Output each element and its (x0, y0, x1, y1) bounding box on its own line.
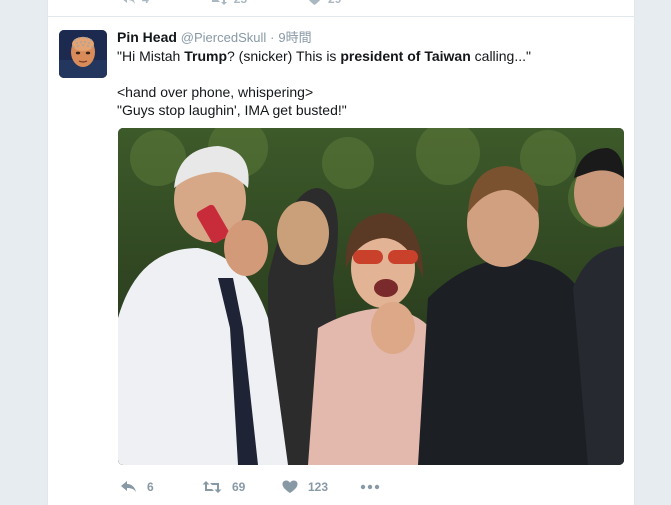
reply-icon (120, 0, 136, 6)
tweet-line-1-bold-taiwan: president of Taiwan (340, 48, 471, 64)
display-name[interactable]: Pin Head (117, 29, 177, 45)
tweet-text: "Hi Mistah Trump? (snicker) This is pres… (117, 47, 617, 119)
timeline: 4 25 29 (47, 0, 635, 505)
tweet-line-1-bold-trump: Trump (184, 48, 227, 64)
reply-button[interactable]: 6 (120, 480, 202, 494)
tweet[interactable]: Pin Head @PiercedSkull · 9時間 "Hi Mistah … (48, 17, 634, 505)
tweet-line-1: "Hi Mistah Trump? (snicker) This is pres… (117, 47, 617, 65)
retweet-count: 69 (232, 480, 246, 494)
retweet-icon (202, 480, 222, 494)
tweet-line-3: "Guys stop laughin', IMA get busted!" (117, 102, 347, 118)
tweet-line-1-part-e: calling..." (470, 48, 531, 64)
like-count: 123 (308, 480, 329, 494)
tweet-photo[interactable] (118, 128, 624, 465)
user-handle[interactable]: @PiercedSkull (181, 30, 266, 45)
retweet-button[interactable]: 69 (202, 480, 282, 494)
previous-tweet-actions: 4 25 29 (120, 0, 341, 6)
prev-reply-count: 4 (142, 0, 149, 6)
heart-icon (282, 480, 298, 494)
header-separator: · (270, 30, 275, 45)
prev-like-button[interactable]: 29 (307, 0, 341, 6)
reply-icon (120, 480, 137, 494)
prev-like-count: 29 (328, 0, 341, 6)
prev-retweet-button[interactable]: 25 (209, 0, 247, 6)
tweet-line-1-part-a: "Hi Mistah (117, 48, 185, 64)
heart-icon (307, 0, 322, 6)
tweet-timestamp[interactable]: 9時間 (278, 30, 311, 45)
more-button[interactable] (360, 484, 380, 490)
prev-retweet-count: 25 (234, 0, 247, 6)
prev-reply-button[interactable]: 4 (120, 0, 149, 6)
tweet-actions: 6 69 123 (120, 478, 380, 496)
like-button[interactable]: 123 (282, 480, 360, 494)
retweet-icon (209, 0, 228, 6)
avatar[interactable] (59, 30, 107, 78)
tweet-header: Pin Head @PiercedSkull · 9時間 (117, 28, 312, 47)
tweet-line-1-part-c: ? (snicker) This is (227, 48, 341, 64)
tweet-line-2: <hand over phone, whispering> (117, 84, 314, 100)
reply-count: 6 (147, 480, 154, 494)
more-icon (360, 484, 380, 490)
